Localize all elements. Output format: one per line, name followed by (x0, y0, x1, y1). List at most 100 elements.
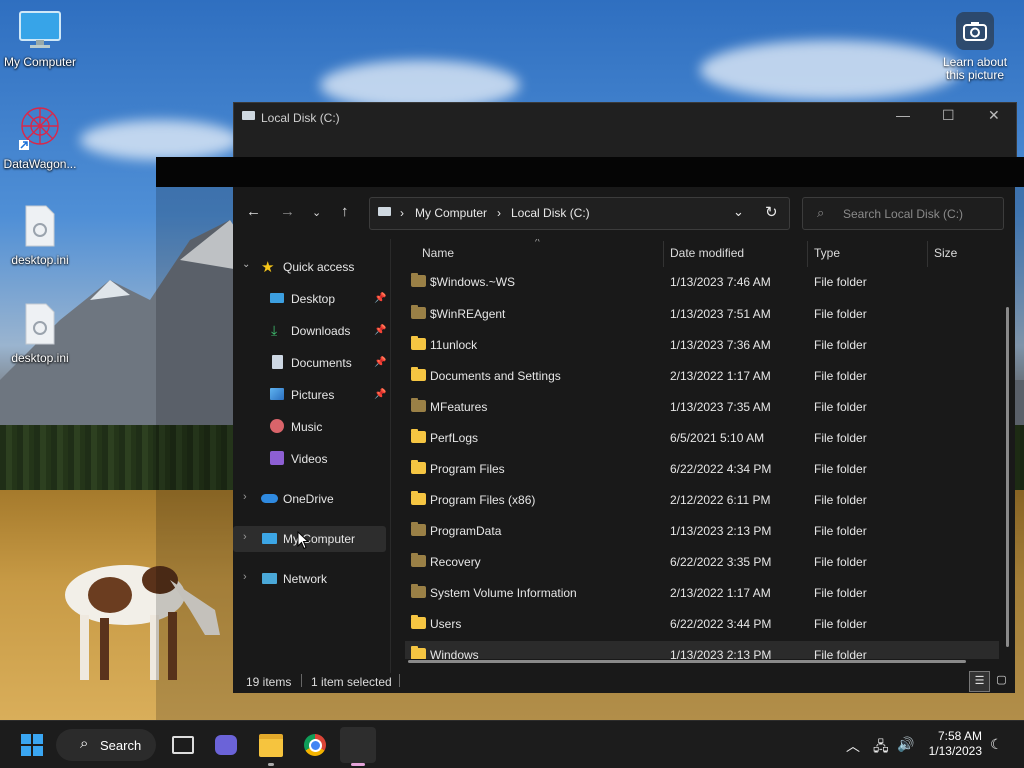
app-icon (349, 736, 367, 754)
cell-name: Users (430, 617, 462, 631)
navigation-bar: ← → ⌄ ↑ › My Computer › Local Disk (C:) … (233, 187, 1015, 239)
sidebar-item-network[interactable]: › Network (233, 566, 386, 592)
taskbar-search[interactable]: ⌕ Search (56, 729, 156, 761)
taskbar: ⌕ Search ︿ 🖧 🔊 7:58 AM 1/13/2023 ☾ (0, 720, 1024, 768)
chrome-button[interactable] (297, 727, 333, 763)
file-rows: $Windows.~WS 1/13/2023 7:46 AM File folder… (405, 269, 1000, 659)
running-indicator (268, 763, 274, 766)
sidebar-item-desktop[interactable]: Desktop 📌 (233, 286, 386, 312)
sidebar-item-downloads[interactable]: ⤓ Downloads 📌 (233, 318, 386, 344)
table-row[interactable]: $WinREAgent 1/13/2023 7:51 AM File folder (405, 300, 999, 328)
chat-button[interactable] (208, 727, 244, 763)
sidebar-label: My Computer (283, 532, 356, 546)
cell-name: $WinREAgent (430, 307, 506, 321)
cell-name: PerfLogs (430, 431, 479, 445)
column-header-type[interactable]: Type (814, 246, 840, 260)
refresh-icon[interactable]: ↻ (765, 203, 778, 221)
search-box[interactable]: ⌕ Search Local Disk (C:) (802, 197, 1004, 230)
column-header-size[interactable]: Size (934, 246, 957, 260)
back-arrow-icon[interactable]: ← (246, 203, 261, 220)
address-bar[interactable]: › My Computer › Local Disk (C:) ⌄ ↻ (369, 197, 790, 230)
cell-type: File folder (814, 617, 867, 631)
horizontal-scrollbar[interactable] (408, 660, 966, 663)
file-explorer-taskbar-button[interactable] (253, 727, 289, 763)
cell-date: 2/12/2022 6:11 PM (670, 493, 771, 507)
cell-date: 2/13/2022 1:17 AM (670, 586, 771, 600)
sidebar-label: Documents (291, 356, 352, 370)
breadcrumb-chevron-icon: › (497, 206, 501, 220)
minimize-button[interactable]: — (896, 107, 910, 123)
cell-date: 1/13/2023 7:51 AM (670, 307, 771, 321)
table-row[interactable]: Documents and Settings 2/13/2022 1:17 AM F… (405, 362, 999, 390)
desktop-icon-desktop-ini-1[interactable]: desktop.ini (0, 204, 80, 267)
cell-type: File folder (814, 400, 867, 414)
table-row[interactable]: MFeatures 1/13/2023 7:35 AM File folder (405, 393, 999, 421)
breadcrumb-my-computer[interactable]: My Computer (415, 206, 487, 220)
search-icon: ⌕ (817, 205, 825, 220)
search-placeholder: Search Local Disk (C:) (843, 207, 964, 221)
table-row[interactable]: $Windows.~WS 1/13/2023 7:46 AM File folder (405, 269, 999, 296)
breadcrumb-chevron-icon: › (400, 206, 404, 220)
settings-file-icon (0, 302, 80, 349)
pane-divider[interactable] (390, 239, 391, 673)
desktop-icon (270, 293, 284, 303)
recent-chevron-icon[interactable]: ⌄ (312, 206, 321, 219)
folder-icon (411, 460, 426, 474)
desktop-icon-desktop-ini-2[interactable]: desktop.ini (0, 302, 80, 365)
cell-type: File folder (814, 338, 867, 352)
folder-icon (411, 336, 426, 350)
details-view-icon[interactable]: ☰ (969, 671, 990, 692)
table-row[interactable]: Windows 1/13/2023 2:13 PM File folder (405, 641, 999, 659)
start-button[interactable] (14, 727, 50, 763)
column-header-date[interactable]: Date modified (670, 246, 744, 260)
clock-date: 1/13/2023 (928, 744, 982, 758)
maximize-button[interactable]: ☐ (942, 107, 955, 124)
cell-name: ProgramData (430, 524, 502, 538)
large-icons-view-icon[interactable]: ▢ (992, 671, 1011, 690)
active-app-button[interactable] (340, 727, 376, 763)
desktop-icon-my-computer[interactable]: My Computer (0, 10, 80, 69)
volume-icon[interactable]: 🔊 (897, 736, 914, 753)
folder-shortcut-icon (411, 367, 426, 381)
address-dropdown-icon[interactable]: ⌄ (733, 204, 744, 220)
table-row[interactable]: ProgramData 1/13/2023 2:13 PM File folder (405, 517, 999, 545)
clock[interactable]: 7:58 AM 1/13/2023 (922, 729, 982, 759)
close-button[interactable]: ✕ (988, 107, 1000, 124)
drive-icon (378, 207, 391, 216)
chevron-up-icon[interactable]: ︿ (846, 736, 860, 756)
sort-ascending-icon: ^ (535, 239, 540, 248)
sidebar-item-videos[interactable]: Videos (233, 446, 386, 472)
table-row[interactable]: Recovery 6/22/2022 3:35 PM File folder (405, 548, 999, 576)
desktop-icon-datawagon[interactable]: DataWagon... (0, 104, 80, 171)
file-explorer-window[interactable]: ← → ⌄ ↑ › My Computer › Local Disk (C:) … (233, 187, 1015, 693)
cell-name: Recovery (430, 555, 481, 569)
table-row[interactable]: 11unlock 1/13/2023 7:36 AM File folder (405, 331, 999, 359)
sidebar-label: Music (291, 420, 323, 434)
column-separator[interactable] (807, 241, 808, 267)
vertical-scrollbar[interactable] (1006, 307, 1009, 647)
sidebar-quick-access[interactable]: ⌄ ★ Quick access (233, 254, 386, 280)
sidebar-item-pictures[interactable]: Pictures 📌 (233, 382, 386, 408)
breadcrumb-local-disk[interactable]: Local Disk (C:) (511, 206, 590, 220)
sidebar-item-onedrive[interactable]: › OneDrive (233, 486, 386, 512)
task-view-button[interactable] (165, 727, 201, 763)
learn-about-picture[interactable]: Learn about this picture (936, 10, 1014, 82)
sidebar-item-documents[interactable]: Documents 📌 (233, 350, 386, 376)
column-separator[interactable] (663, 241, 664, 267)
column-header-name[interactable]: Name (422, 246, 454, 260)
forward-arrow-icon[interactable]: → (280, 203, 295, 220)
back-explorer-window[interactable]: Local Disk (C:) — ☐ ✕ (233, 102, 1017, 164)
table-row[interactable]: Program Files 6/22/2022 4:34 PM File folde… (405, 455, 999, 483)
up-arrow-icon[interactable]: ↑ (341, 203, 349, 220)
table-row[interactable]: Users 6/22/2022 3:44 PM File folder (405, 610, 999, 638)
pin-icon: 📌 (374, 357, 387, 368)
column-separator[interactable] (927, 241, 928, 267)
sidebar-item-music[interactable]: Music (233, 414, 386, 440)
network-status-icon[interactable]: 🖧 (873, 736, 889, 760)
table-row[interactable]: Program Files (x86) 2/12/2022 6:11 PM File… (405, 486, 999, 514)
table-row[interactable]: PerfLogs 6/5/2021 5:10 AM File folder (405, 424, 999, 452)
focus-assist-icon[interactable]: ☾ (990, 736, 1003, 753)
window-title: Local Disk (C:) (261, 111, 340, 125)
table-row[interactable]: System Volume Information 2/13/2022 1:17 … (405, 579, 999, 607)
sidebar-item-my-computer[interactable]: › My Computer (233, 526, 386, 552)
